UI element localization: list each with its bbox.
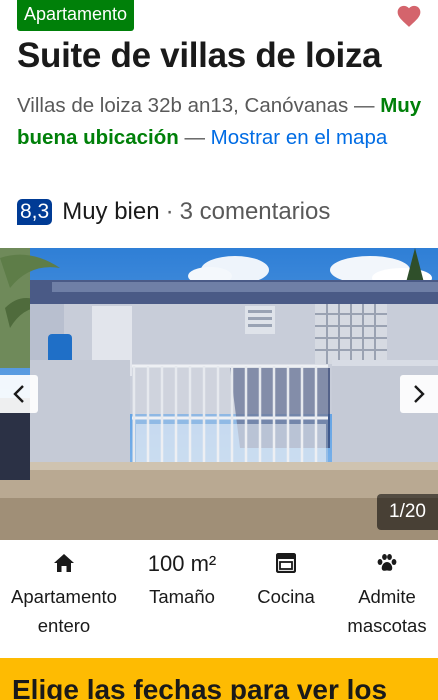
facility-label: Tamaño: [149, 586, 215, 607]
photo-counter: 1/20: [377, 494, 438, 530]
show-map-link[interactable]: Mostrar en el mapa: [211, 126, 388, 149]
rating-row[interactable]: 8,3 Muy bien · 3 comentarios: [17, 196, 330, 228]
paw-icon: [377, 554, 397, 571]
chevron-left-icon: [13, 385, 24, 403]
property-title: Suite de villas de loiza: [17, 36, 382, 75]
heart-icon: [397, 5, 421, 27]
address-block: Villas de loiza 32b an13, Canóvanas — Mu…: [17, 90, 427, 154]
choose-dates-banner[interactable]: Elige las fechas para ver los: [0, 658, 438, 700]
separator: —: [184, 126, 205, 149]
dot-separator: ·: [165, 198, 174, 225]
facilities-row: Apartamento entero 100 m² Tamaño Cocina …: [0, 544, 438, 644]
chevron-right-icon: [414, 385, 425, 403]
photo-gallery[interactable]: 1/20: [0, 248, 438, 540]
review-score-label: Muy bien: [62, 198, 160, 225]
facility-label: Cocina: [257, 586, 315, 607]
review-score-badge: 8,3: [17, 199, 53, 225]
property-type-badge: Apartamento: [17, 0, 135, 31]
facility-label: Apartamento entero: [11, 586, 117, 636]
choose-dates-text: Elige las fechas para ver los: [12, 674, 388, 700]
property-photo: [0, 248, 438, 540]
stove-icon: [276, 553, 296, 573]
facility-entire-apartment: Apartamento entero: [0, 544, 128, 644]
separator: —: [353, 94, 375, 117]
facility-size: 100 m² Tamaño: [128, 544, 236, 644]
facility-size-value: 100 m²: [147, 550, 217, 576]
address-text: Villas de loiza 32b an13, Canóvanas: [17, 94, 349, 117]
facility-kitchen: Cocina: [236, 544, 336, 644]
favorite-button[interactable]: [396, 4, 422, 28]
next-photo-button[interactable]: [400, 375, 438, 413]
facility-label: Admite mascotas: [347, 586, 427, 636]
home-icon: [54, 554, 74, 572]
reviews-link[interactable]: 3 comentarios: [180, 198, 331, 226]
previous-photo-button[interactable]: [0, 375, 38, 413]
facility-pets-allowed: Admite mascotas: [336, 544, 438, 644]
